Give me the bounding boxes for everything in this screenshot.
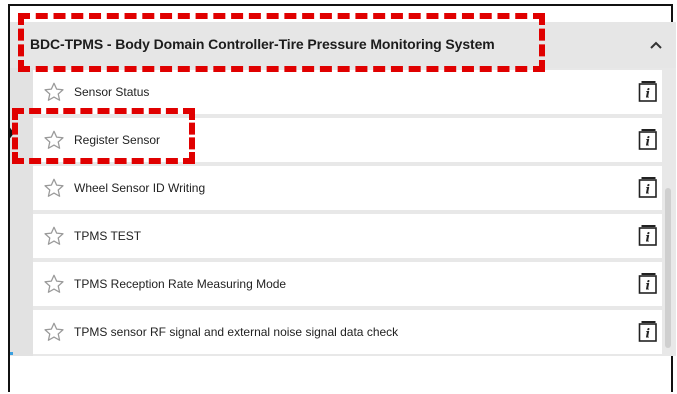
- panel-left-gutter: [10, 68, 33, 356]
- star-outline-icon[interactable]: [43, 273, 65, 295]
- list-item-label: TPMS Reception Rate Measuring Mode: [74, 277, 287, 291]
- svg-text:i: i: [646, 327, 651, 341]
- scrollbar[interactable]: [663, 68, 673, 356]
- expand-marker-icon: [8, 125, 14, 141]
- list-item-sensor-status[interactable]: Sensor Status i: [33, 70, 662, 114]
- info-icon[interactable]: i: [638, 128, 658, 150]
- list-item-wheel-sensor-id-writing[interactable]: Wheel Sensor ID Writing i: [33, 166, 662, 210]
- svg-text:i: i: [646, 87, 651, 101]
- focus-marker: [10, 352, 13, 355]
- list-item-register-sensor[interactable]: Register Sensor i: [33, 118, 662, 162]
- star-outline-icon[interactable]: [43, 225, 65, 247]
- list-item-tpms-reception-rate[interactable]: TPMS Reception Rate Measuring Mode i: [33, 262, 662, 306]
- info-icon[interactable]: i: [638, 80, 658, 102]
- list-item-label: Wheel Sensor ID Writing: [74, 181, 206, 195]
- list-item-label: Sensor Status: [74, 85, 150, 99]
- svg-text:i: i: [646, 183, 651, 197]
- star-outline-icon[interactable]: [43, 81, 65, 103]
- svg-text:i: i: [646, 135, 651, 149]
- list-item-label: TPMS TEST: [74, 229, 142, 243]
- list-item-label: Register Sensor: [74, 133, 161, 147]
- info-icon[interactable]: i: [638, 272, 658, 294]
- list-item-tpms-rf-signal-check[interactable]: TPMS sensor RF signal and external noise…: [33, 310, 662, 354]
- svg-text:i: i: [646, 231, 651, 245]
- info-icon[interactable]: i: [638, 224, 658, 246]
- svg-text:i: i: [646, 279, 651, 293]
- info-icon[interactable]: i: [638, 176, 658, 198]
- star-outline-icon[interactable]: [43, 177, 65, 199]
- list-item-label: TPMS sensor RF signal and external noise…: [74, 325, 399, 339]
- section-title: BDC-TPMS - Body Domain Controller-Tire P…: [30, 36, 495, 52]
- chevron-up-icon[interactable]: [646, 37, 666, 53]
- info-icon[interactable]: i: [638, 320, 658, 342]
- list-item-tpms-test[interactable]: TPMS TEST i: [33, 214, 662, 258]
- star-outline-icon[interactable]: [43, 321, 65, 343]
- star-outline-icon[interactable]: [43, 129, 65, 151]
- scrollbar-thumb[interactable]: [665, 188, 671, 348]
